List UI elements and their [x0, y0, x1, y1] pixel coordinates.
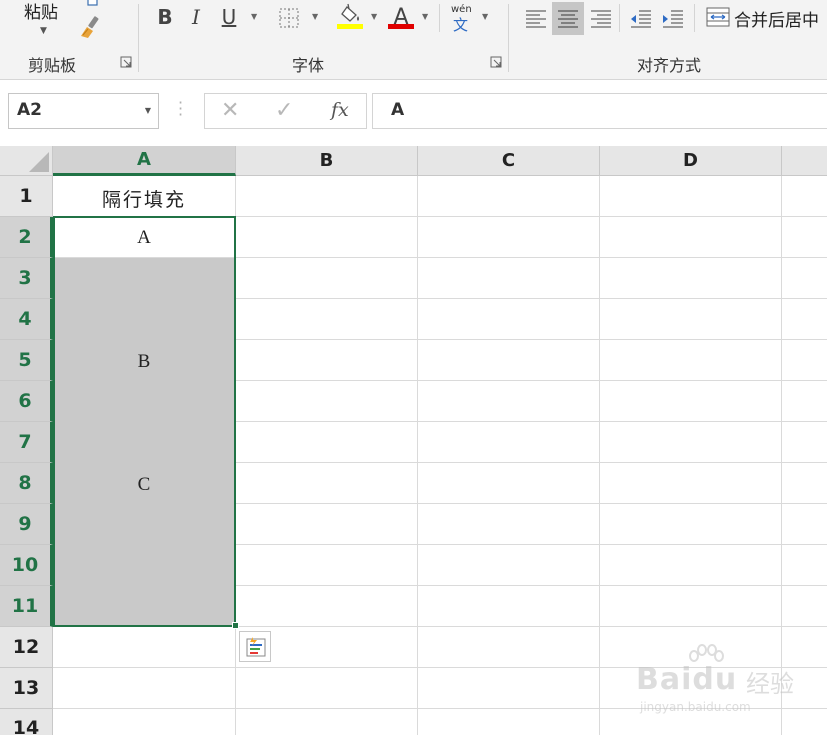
row-header-4[interactable]: 4 — [0, 299, 53, 340]
cancel-icon[interactable]: ✕ — [221, 98, 239, 123]
phonetic-guide-button[interactable]: wén 文 — [451, 4, 475, 34]
cell-a1[interactable]: 隔行填充 — [53, 176, 236, 217]
border-dropdown-icon[interactable]: ▼ — [312, 12, 318, 21]
increase-indent-icon[interactable] — [658, 4, 688, 34]
cell-a1-text: 隔行填充 — [101, 190, 186, 211]
row-header-1[interactable]: 1 — [0, 176, 53, 217]
quick-analysis-button[interactable] — [239, 631, 271, 662]
column-header-a[interactable]: A — [53, 146, 236, 176]
phonetic-bottom: 文 — [453, 16, 469, 34]
row-header-8[interactable]: 8 — [0, 463, 53, 504]
alignment-group-label: 对齐方式 — [637, 56, 702, 75]
merge-center-icon[interactable] — [706, 6, 730, 28]
cell-a7-a11-text: C — [137, 474, 151, 495]
column-header-c[interactable]: C — [418, 146, 600, 176]
row-header-10[interactable]: 10 — [0, 545, 53, 586]
select-all-triangle-icon — [29, 152, 49, 172]
name-box-value: A2 — [17, 100, 42, 120]
formula-value: A — [391, 100, 405, 120]
row-header-3[interactable]: 3 — [0, 258, 53, 299]
name-box[interactable]: A2 ▼ — [8, 93, 159, 129]
row-header-12[interactable]: 12 — [0, 627, 53, 668]
phonetic-dropdown-icon[interactable]: ▼ — [482, 12, 488, 21]
row-header-2[interactable]: 2 — [0, 217, 53, 258]
format-painter-icon[interactable] — [78, 14, 104, 40]
clipboard-dialog-launcher-icon[interactable] — [120, 56, 132, 68]
row-header-9[interactable]: 9 — [0, 504, 53, 545]
cell-a13[interactable] — [53, 668, 236, 709]
underline-button[interactable]: U — [218, 2, 240, 32]
formula-buttons: ✕ ✓ fx — [204, 93, 367, 129]
paste-dropdown-icon[interactable]: ▼ — [40, 26, 47, 36]
decrease-indent-icon[interactable] — [626, 4, 656, 34]
separator — [439, 4, 440, 32]
enter-icon[interactable]: ✓ — [275, 98, 293, 123]
cell-a2-text: A — [137, 227, 151, 248]
align-center-icon — [558, 10, 578, 28]
column-header-d[interactable]: D — [600, 146, 782, 176]
font-color-swatch — [388, 24, 414, 29]
bold-button[interactable]: B — [154, 2, 176, 32]
row-header-11[interactable]: 11 — [0, 586, 53, 627]
column-header-b[interactable]: B — [236, 146, 418, 176]
fill-handle[interactable] — [232, 622, 239, 629]
group-separator — [508, 4, 509, 72]
cell-a7-a11-merged[interactable]: C — [53, 422, 236, 627]
quick-analysis-icon — [246, 637, 266, 657]
insert-function-button[interactable]: fx — [331, 99, 349, 121]
fill-color-dropdown-icon[interactable]: ▼ — [371, 12, 377, 21]
copy-icon[interactable] — [86, 0, 100, 6]
column-header-e[interactable] — [782, 146, 827, 176]
align-right-icon[interactable] — [586, 4, 616, 34]
border-icon[interactable] — [278, 7, 300, 29]
separator — [694, 4, 695, 32]
row-header-6[interactable]: 6 — [0, 381, 53, 422]
underline-dropdown-icon[interactable]: ▼ — [251, 12, 257, 21]
watermark-brand-cn: 经验 — [746, 670, 794, 698]
cell-a12[interactable] — [53, 627, 236, 668]
paste-button[interactable]: 粘贴 — [24, 0, 58, 23]
fill-color-icon[interactable] — [339, 3, 365, 25]
italic-button[interactable]: I — [186, 2, 206, 32]
formula-input[interactable]: A — [372, 93, 827, 129]
watermark-url: jingyan.baidu.com — [640, 700, 751, 714]
separator — [619, 4, 620, 32]
watermark: Baidu 经验 jingyan.baidu.com — [636, 644, 796, 724]
row-header-7[interactable]: 7 — [0, 422, 53, 463]
formula-bar: A2 ▼ · · · ✕ ✓ fx A — [0, 80, 827, 142]
ribbon: 粘贴 ▼ 剪贴板 B I U ▼ ▼ ▼ A ▼ wén 文 ▼ 字体 合并后居… — [0, 0, 827, 80]
row-header-14[interactable]: 14 — [0, 709, 53, 735]
name-box-dropdown-icon[interactable]: ▼ — [145, 106, 151, 115]
font-group-label: 字体 — [292, 56, 325, 75]
row-header-13[interactable]: 13 — [0, 668, 53, 709]
merge-center-button[interactable]: 合并后居中 — [734, 6, 819, 31]
formula-bar-grip-icon[interactable]: · · · — [178, 95, 183, 123]
cell-a2[interactable]: A — [53, 217, 236, 258]
row-header-5[interactable]: 5 — [0, 340, 53, 381]
group-separator — [138, 4, 139, 72]
font-dialog-launcher-icon[interactable] — [490, 56, 502, 68]
cell-a3-a6-merged[interactable]: B — [53, 258, 236, 422]
cell-a3-a6-text: B — [137, 351, 151, 372]
watermark-brand: Baidu — [636, 662, 738, 697]
fill-color-swatch — [337, 24, 363, 29]
cell-a14[interactable] — [53, 709, 236, 735]
font-color-dropdown-icon[interactable]: ▼ — [422, 12, 428, 21]
align-center-button[interactable] — [552, 2, 584, 35]
select-all-corner[interactable] — [0, 146, 53, 176]
align-left-icon[interactable] — [521, 4, 551, 34]
clipboard-group-label: 剪贴板 — [28, 56, 77, 75]
